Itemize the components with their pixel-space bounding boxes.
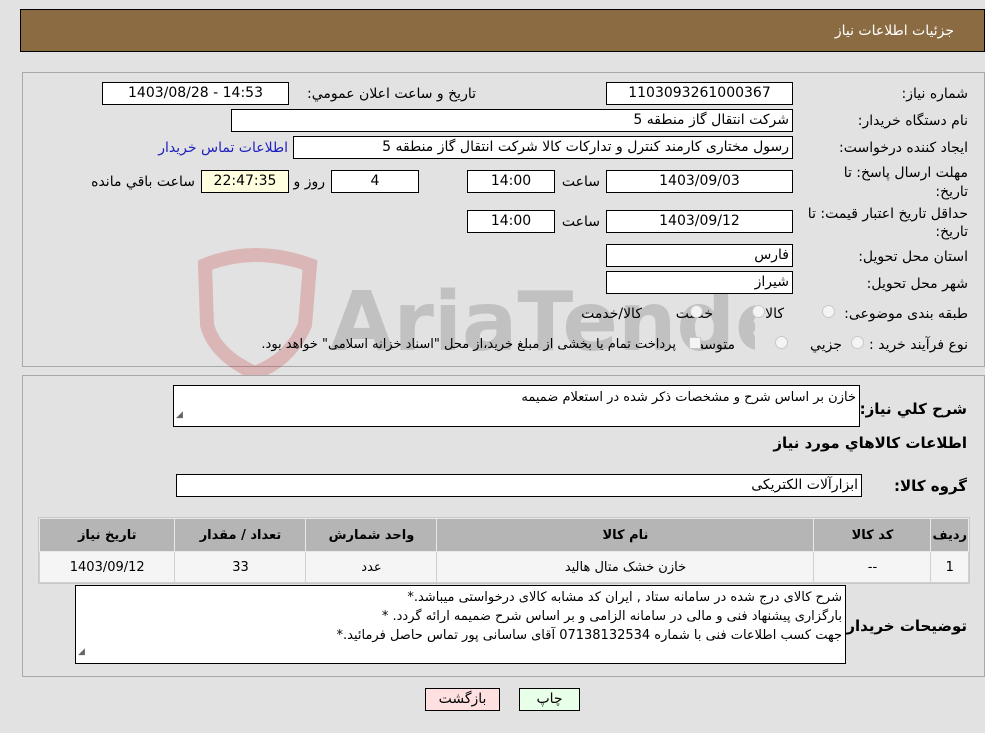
category-goods-service-label: کالا/خدمت (581, 306, 642, 322)
days-label: روز و (293, 174, 326, 190)
buyer-notes-textarea[interactable]: شرح کالای درج شده در سامانه ستاد , ایران… (75, 585, 846, 664)
response-time-field: 14:00 (467, 170, 555, 193)
buyer-org-label: نام دستگاه خريدار: (857, 113, 968, 129)
province-label: استان محل تحويل: (858, 249, 968, 265)
goods-group-field: ابزارآلات الکتریکی (176, 474, 862, 497)
col-goods-code: كد كالا (813, 518, 932, 552)
items-table-wrapper: رديف كد كالا نام كالا واحد شمارش تعداد /… (38, 517, 970, 584)
category-goods-label: کالا (765, 306, 784, 322)
city-field: شیراز (606, 271, 793, 294)
category-label: طبقه بندی موضوعی: (844, 306, 968, 322)
price-validity-time-label: ساعت (561, 214, 600, 230)
process-minor-radio[interactable] (851, 336, 864, 349)
treasury-checkbox[interactable] (689, 337, 701, 349)
category-goods-radio[interactable] (822, 305, 835, 318)
treasury-note: پرداخت تمام يا بخشی از مبلغ خريد،از محل … (261, 337, 676, 352)
remaining-label: ساعت باقي مانده (91, 174, 195, 190)
process-label: نوع فرآيند خريد : (869, 337, 968, 353)
summary-text: خازن بر اساس شرح و مشخصات ذکر شده در است… (521, 390, 856, 405)
buyer-contact-link[interactable]: اطلاعات تماس خریدار (158, 140, 288, 156)
process-medium-radio[interactable] (775, 336, 788, 349)
price-validity-label: حداقل تاريخ اعتبار قيمت: تا (807, 206, 968, 222)
col-need-date: تاريخ نياز (38, 518, 176, 552)
price-validity-date-field: 1403/09/12 (606, 210, 793, 233)
table-row: 1 -- خازن خشک متال هالید عدد 33 1403/09/… (38, 551, 969, 583)
col-unit: واحد شمارش (305, 518, 438, 552)
buyer-note-line: بارگزاری پیشنهاد فنی و مالی در سامانه ال… (381, 609, 842, 624)
announce-label: تاريخ و ساعت اعلان عمومي: (307, 86, 476, 102)
response-deadline-label-2: تاريخ: (935, 184, 968, 200)
page-header: جزئیات اطلاعات نیاز (20, 9, 985, 52)
print-button[interactable]: چاپ (519, 688, 580, 711)
remaining-time-field: 22:47:35 (201, 170, 289, 193)
requester-label: ايجاد کننده درخواست: (839, 140, 968, 156)
summary-textarea[interactable]: خازن بر اساس شرح و مشخصات ذکر شده در است… (173, 385, 860, 427)
summary-label: شرح كلي نياز: (859, 400, 967, 418)
cell-goods-code: -- (813, 551, 932, 583)
col-goods-name: نام كالا (436, 518, 815, 552)
announce-field: 1403/08/28 - 14:53 (102, 82, 289, 105)
requester-field: رسول مختاری کارمند کنترل و تدارکات کالا … (293, 136, 793, 159)
items-table-header: رديف كد كالا نام كالا واحد شمارش تعداد /… (38, 518, 969, 552)
buyer-note-line: جهت کسب اطلاعات فنی با شماره 07138132534… (336, 628, 843, 643)
province-field: فارس (606, 244, 793, 267)
response-time-label: ساعت (561, 174, 600, 190)
buyer-org-field: شرکت انتقال گاز منطقه 5 (231, 109, 793, 132)
col-quantity: تعداد / مقدار (174, 518, 307, 552)
resize-grip-icon[interactable]: ◢ (78, 643, 85, 662)
category-goods-service-radio[interactable] (690, 305, 703, 318)
back-button[interactable]: بازگشت (425, 688, 500, 711)
cell-quantity: 33 (174, 551, 307, 583)
cell-unit: عدد (305, 551, 438, 583)
need-number-field: 1103093261000367 (606, 82, 793, 105)
items-table: رديف كد كالا نام كالا واحد شمارش تعداد /… (38, 518, 969, 583)
buyer-notes-label: توضيحات خريدار: (840, 617, 967, 635)
response-deadline-label: مهلت ارسال پاسخ: تا (843, 165, 968, 181)
response-date-field: 1403/09/03 (606, 170, 793, 193)
need-number-label: شماره نیاز: (901, 86, 969, 102)
cell-goods-name: خازن خشک متال هالید (436, 551, 815, 583)
process-minor-label: جزيي (810, 337, 842, 353)
remaining-days-field: 4 (331, 170, 419, 193)
page-title: جزئیات اطلاعات نیاز (834, 23, 954, 39)
cell-row-number: 1 (930, 551, 969, 583)
cell-need-date: 1403/09/12 (38, 551, 176, 583)
city-label: شهر محل تحويل: (866, 276, 968, 292)
price-validity-time-field: 14:00 (467, 210, 555, 233)
goods-heading: اطلاعات كالاهاي مورد نياز (773, 434, 967, 452)
buyer-note-line: شرح کالای درج شده در سامانه ستاد , ایران… (407, 590, 842, 605)
price-validity-label-2: تاريخ: (935, 224, 968, 240)
category-service-radio[interactable] (752, 305, 765, 318)
resize-grip-icon[interactable]: ◢ (176, 406, 183, 425)
goods-group-label: گروه كالا: (894, 477, 967, 495)
col-row-number: رديف (930, 518, 969, 552)
